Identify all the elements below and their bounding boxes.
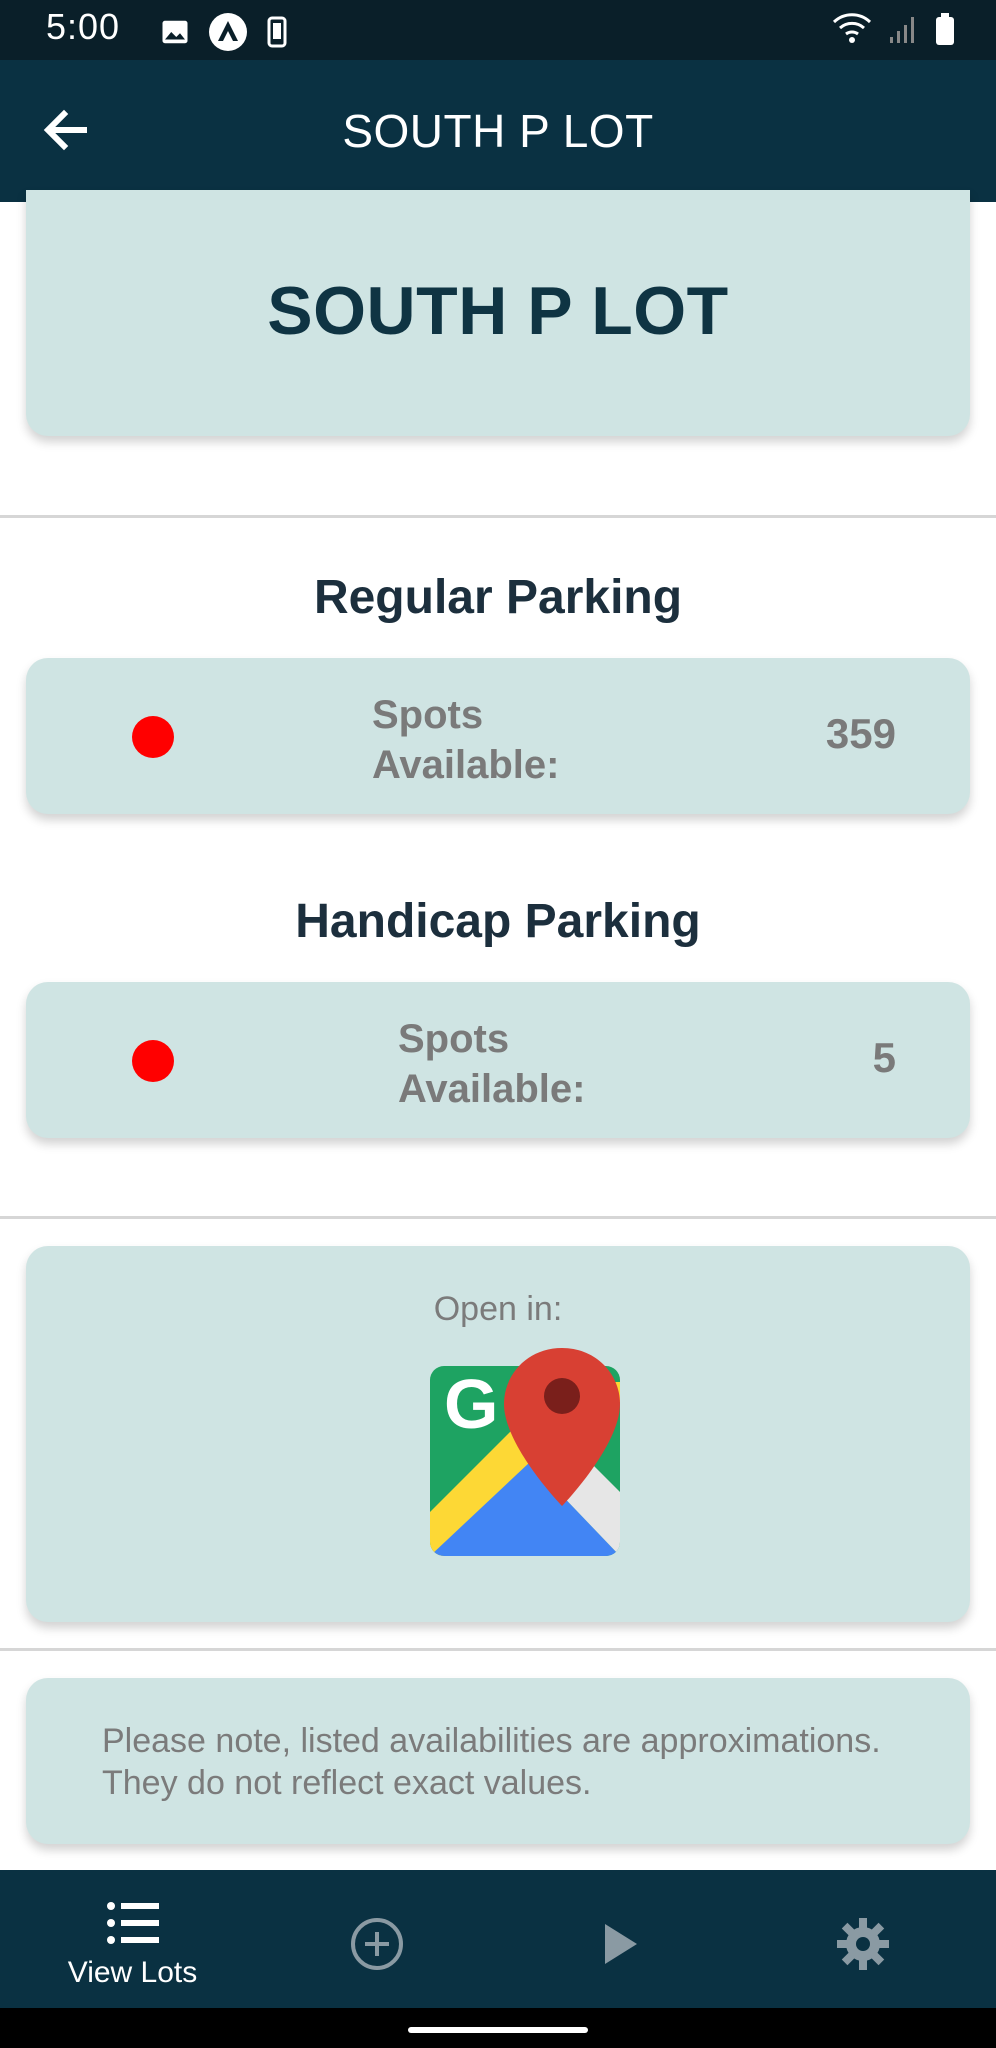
bottom-navigation: View Lots bbox=[0, 1870, 996, 2008]
handicap-spots-label: Spots Available: bbox=[398, 1017, 586, 1111]
svg-text:G: G bbox=[444, 1365, 498, 1443]
open-in-maps-card: Open in: G bbox=[26, 1246, 970, 1622]
handicap-status-indicator bbox=[132, 1040, 174, 1082]
handicap-parking-card: Spots Available: 5 bbox=[26, 982, 970, 1138]
open-in-label: Open in: bbox=[433, 1290, 563, 1328]
disclaimer-text: Please note, listed availabilities are a… bbox=[102, 1722, 881, 1802]
nav-view-lots[interactable]: View Lots bbox=[8, 1870, 257, 2008]
disclaimer-card: Please note, listed availabilities are a… bbox=[26, 1678, 970, 1844]
status-bar: 5:00 bbox=[0, 0, 996, 60]
google-maps-button[interactable]: G bbox=[400, 1342, 640, 1572]
status-icons-left bbox=[160, 12, 288, 52]
nav-add[interactable] bbox=[252, 1870, 501, 2008]
home-gesture-handle[interactable] bbox=[408, 2027, 588, 2033]
regular-parking-card: Spots Available: 359 bbox=[26, 658, 970, 814]
divider bbox=[0, 515, 996, 518]
add-circle-icon bbox=[350, 1918, 403, 1970]
nav-play[interactable] bbox=[494, 1870, 743, 2008]
nav-settings[interactable] bbox=[738, 1870, 987, 2008]
battery-icon bbox=[936, 13, 954, 45]
google-maps-icon: G bbox=[430, 1348, 620, 1556]
status-icons-right bbox=[832, 12, 956, 46]
signal-icon bbox=[890, 17, 914, 43]
lot-name: SOUTH P LOT bbox=[267, 273, 729, 349]
system-navigation-bar bbox=[0, 2008, 996, 2048]
image-icon bbox=[162, 20, 188, 44]
list-icon bbox=[106, 1902, 159, 1944]
app-bar: SOUTH P LOT bbox=[0, 60, 996, 202]
app-logo-icon bbox=[209, 13, 247, 51]
wifi-icon bbox=[832, 13, 872, 43]
regular-spots-value: 359 bbox=[825, 710, 896, 757]
page-title: SOUTH P LOT bbox=[342, 105, 654, 157]
divider bbox=[0, 1216, 996, 1219]
divider bbox=[0, 1648, 996, 1651]
phone-icon bbox=[267, 16, 287, 48]
nav-view-lots-label: View Lots bbox=[67, 1956, 198, 1989]
status-time: 5:00 bbox=[46, 6, 121, 47]
play-icon bbox=[604, 1924, 637, 1964]
gear-icon bbox=[836, 1918, 889, 1970]
regular-spots-label: Spots Available: bbox=[372, 693, 560, 787]
handicap-spots-value: 5 bbox=[872, 1034, 896, 1081]
regular-status-indicator bbox=[132, 716, 174, 758]
regular-parking-heading: Regular Parking bbox=[313, 571, 683, 624]
lot-name-card: SOUTH P LOT bbox=[26, 190, 970, 436]
handicap-parking-heading: Handicap Parking bbox=[295, 895, 701, 948]
